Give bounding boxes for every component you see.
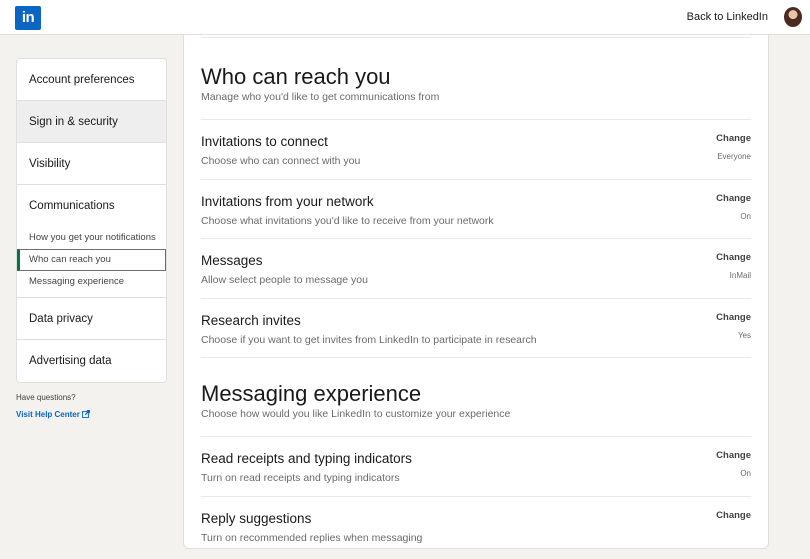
setting-value: InMail bbox=[729, 271, 751, 280]
communications-submenu: How you get your notifications Who can r… bbox=[17, 227, 166, 298]
setting-row-read-receipts[interactable]: Read receipts and typing indicators Turn… bbox=[201, 437, 751, 497]
divider bbox=[201, 35, 751, 38]
setting-description: Turn on read receipts and typing indicat… bbox=[201, 472, 400, 484]
setting-value: On bbox=[740, 211, 751, 221]
setting-description: Choose who can connect with you bbox=[201, 155, 361, 167]
change-button[interactable]: Change bbox=[716, 133, 751, 144]
sidebar-item-data-privacy[interactable]: Data privacy bbox=[17, 298, 166, 340]
settings-sidebar: Account preferences Sign in & security V… bbox=[16, 58, 167, 383]
help-center-link[interactable]: Visit Help Center bbox=[16, 410, 91, 419]
avatar[interactable] bbox=[784, 7, 802, 27]
setting-description: Turn on recommended replies when messagi… bbox=[201, 531, 423, 544]
setting-row-reply-suggestions[interactable]: Reply suggestions Turn on recommended re… bbox=[201, 497, 751, 557]
sidebar-item-account-preferences[interactable]: Account preferences bbox=[17, 59, 166, 101]
help-center-link-label: Visit Help Center bbox=[16, 410, 80, 419]
setting-title: Invitations from your network bbox=[201, 193, 374, 209]
setting-description: Choose if you want to get invites from L… bbox=[201, 333, 537, 346]
setting-title: Reply suggestions bbox=[201, 510, 312, 526]
sidebar-item-visibility[interactable]: Visibility bbox=[17, 143, 166, 185]
setting-row-research-invites[interactable]: Research invites Choose if you want to g… bbox=[201, 299, 751, 358]
section-subtitle: Manage who you'd like to get communicati… bbox=[201, 91, 751, 120]
sidebar-subitem-messaging-experience[interactable]: Messaging experience bbox=[17, 271, 166, 293]
setting-title: Invitations to connect bbox=[201, 134, 328, 149]
external-link-icon bbox=[82, 410, 91, 418]
setting-value: On bbox=[740, 469, 751, 478]
sidebar-item-sign-in-security[interactable]: Sign in & security bbox=[17, 101, 166, 143]
change-button[interactable]: Change bbox=[716, 252, 751, 263]
setting-row-invitations-to-connect[interactable]: Invitations to connect Choose who can co… bbox=[201, 120, 751, 180]
setting-row-messages[interactable]: Messages Allow select people to message … bbox=[201, 239, 751, 299]
settings-main-panel: Who can reach you Manage who you'd like … bbox=[183, 35, 769, 549]
setting-value: Yes bbox=[737, 330, 751, 340]
setting-description: Allow select people to message you bbox=[201, 274, 368, 286]
linkedin-logo-icon[interactable]: in bbox=[15, 6, 41, 30]
top-bar: in Back to LinkedIn bbox=[0, 0, 810, 35]
change-button[interactable]: Change bbox=[716, 193, 751, 204]
sidebar-subitem-notifications[interactable]: How you get your notifications bbox=[17, 227, 166, 249]
section-subtitle: Choose how would you like LinkedIn to cu… bbox=[201, 408, 751, 437]
setting-title: Read receipts and typing indicators bbox=[201, 451, 412, 466]
change-button[interactable]: Change bbox=[716, 450, 751, 461]
back-to-linkedin-link[interactable]: Back to LinkedIn bbox=[687, 11, 768, 23]
section-title-who-can-reach-you: Who can reach you bbox=[201, 64, 391, 89]
sidebar-item-advertising-data[interactable]: Advertising data bbox=[17, 340, 166, 382]
section-title-messaging-experience: Messaging experience bbox=[201, 381, 422, 406]
setting-title: Messages bbox=[201, 253, 263, 268]
sidebar-subitem-who-can-reach-you[interactable]: Who can reach you bbox=[17, 249, 166, 271]
sidebar-item-communications[interactable]: Communications bbox=[17, 185, 166, 227]
change-button[interactable]: Change bbox=[716, 510, 751, 521]
setting-value: Everyone bbox=[717, 152, 751, 161]
setting-title: Research invites bbox=[201, 312, 301, 328]
setting-row-invitations-from-network[interactable]: Invitations from your network Choose wha… bbox=[201, 180, 751, 239]
setting-description: Choose what invitations you'd like to re… bbox=[201, 214, 494, 227]
help-question-text: Have questions? bbox=[16, 393, 76, 402]
change-button[interactable]: Change bbox=[716, 312, 751, 323]
